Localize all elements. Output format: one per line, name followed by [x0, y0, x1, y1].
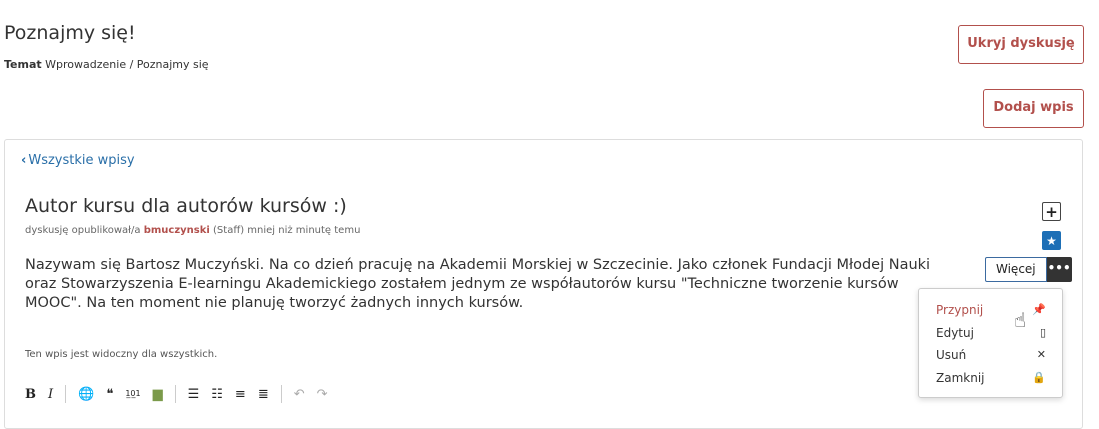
editor-toolbar: B I 🌐 ❝ 1̲0̲1 ▆ ☰ ☷ ≡ ≣ ↶ ↷	[25, 384, 340, 404]
menu-item-pin[interactable]: Przypnij 📌	[936, 303, 1046, 323]
close-icon: ✕	[1036, 348, 1046, 361]
hand-cursor-icon: ☝	[1014, 308, 1027, 332]
more-button[interactable]: Więcej	[985, 257, 1047, 282]
follow-plus-button[interactable]: +	[1042, 202, 1061, 221]
add-post-button[interactable]: Dodaj wpis	[983, 89, 1084, 128]
lock-icon: 🔒	[1032, 371, 1046, 384]
more-actions[interactable]: Więcej •••	[985, 257, 1072, 282]
heading-icon[interactable]: ≡	[235, 387, 246, 402]
menu-item-label: Zamknij	[936, 371, 985, 385]
redo-icon[interactable]: ↷	[317, 387, 328, 402]
bulleted-list-icon[interactable]: ☷	[211, 387, 223, 402]
topic-label: Temat	[4, 58, 42, 71]
chevron-left-icon: ‹	[21, 153, 27, 168]
code-icon[interactable]: 1̲0̲1	[125, 390, 140, 398]
image-icon[interactable]: ▆	[153, 387, 163, 402]
post-meta: dyskusję opublikował/a bmuczynski (Staff…	[25, 225, 360, 236]
menu-item-delete[interactable]: Usuń ✕	[936, 348, 1046, 368]
numbered-list-icon[interactable]: ☰	[188, 387, 200, 402]
hide-discussion-button[interactable]: Ukryj dyskusję	[958, 25, 1084, 64]
menu-item-label: Przypnij	[936, 303, 984, 317]
author-link[interactable]: bmuczynski	[144, 225, 210, 236]
menu-item-close[interactable]: Zamknij 🔒	[936, 371, 1046, 391]
toolbar-divider	[65, 385, 67, 403]
all-posts-label: Wszystkie wpisy	[28, 153, 135, 168]
menu-item-label: Edytuj	[936, 326, 974, 340]
edit-icon: ▯	[1039, 326, 1046, 339]
pin-icon: 📌	[1032, 303, 1046, 316]
post-title: Autor kursu dla autorów kursów :)	[25, 195, 347, 217]
bold-icon[interactable]: B	[25, 387, 36, 402]
star-icon[interactable]: ★	[1042, 231, 1061, 250]
meta-prefix: dyskusję opublikował/a	[25, 225, 141, 236]
link-icon[interactable]: 🌐	[78, 387, 94, 402]
page-title: Poznajmy się!	[4, 22, 136, 44]
menu-item-label: Usuń	[936, 348, 967, 362]
toolbar-divider	[174, 385, 176, 403]
all-posts-link[interactable]: ‹ Wszystkie wpisy	[21, 153, 135, 168]
topic-path: Wprowadzenie / Poznajmy się	[45, 58, 209, 71]
undo-icon[interactable]: ↶	[294, 387, 305, 402]
menu-item-edit[interactable]: Edytuj ▯	[936, 326, 1046, 346]
post-body: Nazywam się Bartosz Muczyński. Na co dzi…	[25, 257, 931, 311]
topic-breadcrumb: Temat Wprowadzenie / Poznajmy się	[4, 58, 209, 71]
more-dots-icon[interactable]: •••	[1046, 257, 1072, 282]
horizontal-rule-icon[interactable]: ≣	[258, 387, 269, 402]
italic-icon[interactable]: I	[48, 387, 53, 402]
visibility-note: Ten wpis jest widoczny dla wszystkich.	[25, 349, 218, 360]
actions-dropdown: Przypnij 📌 Edytuj ▯ Usuń ✕ Zamknij 🔒	[918, 288, 1063, 398]
toolbar-divider	[280, 385, 282, 403]
meta-suffix: (Staff) mniej niż minutę temu	[213, 225, 361, 236]
quote-icon[interactable]: ❝	[106, 387, 113, 402]
